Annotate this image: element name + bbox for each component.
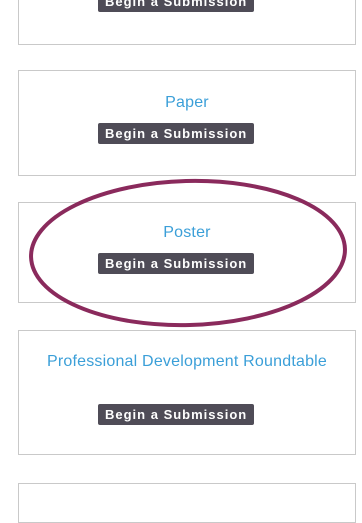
submission-card-professional-development-roundtable: Professional Development Roundtable Begi…: [18, 330, 356, 455]
submission-card: [18, 483, 356, 523]
begin-submission-button[interactable]: Begin a Submission: [98, 253, 255, 274]
card-title[interactable]: Professional Development Roundtable: [39, 352, 335, 371]
submission-card-paper: Paper Begin a Submission: [18, 70, 356, 176]
card-title[interactable]: Poster: [19, 223, 355, 242]
begin-submission-button[interactable]: Begin a Submission: [98, 404, 255, 425]
submission-card-poster: Poster Begin a Submission: [18, 202, 356, 303]
submission-card: Begin a Submission: [18, 0, 356, 45]
begin-submission-button[interactable]: Begin a Submission: [98, 123, 255, 144]
begin-submission-button[interactable]: Begin a Submission: [98, 0, 255, 12]
card-title[interactable]: Paper: [19, 93, 355, 112]
